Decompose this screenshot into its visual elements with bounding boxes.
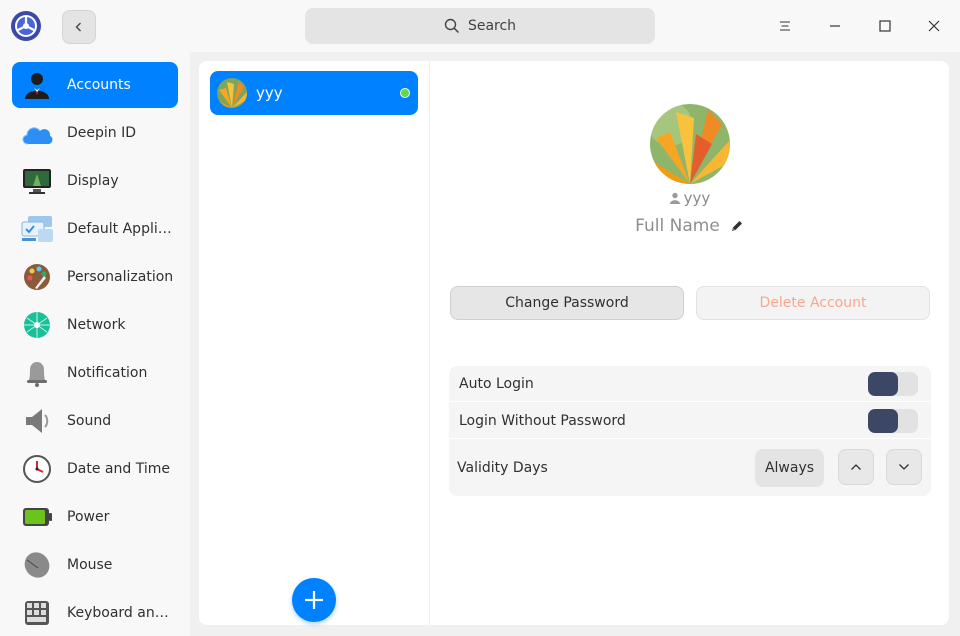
keyboard-icon bbox=[20, 596, 54, 630]
display-icon bbox=[20, 164, 54, 198]
accounts-icon bbox=[20, 68, 54, 102]
cloud-icon bbox=[20, 116, 54, 150]
sidebar-item-display[interactable]: Display bbox=[12, 158, 178, 204]
validity-decrease-button[interactable] bbox=[886, 449, 922, 485]
validity-days-label: Validity Days bbox=[457, 460, 548, 476]
sidebar-item-label: Power bbox=[67, 509, 110, 525]
account-username: yyy bbox=[430, 189, 949, 207]
chevron-up-icon bbox=[851, 464, 861, 470]
toggle-knob bbox=[868, 371, 898, 396]
validity-increase-button[interactable] bbox=[838, 449, 874, 485]
user-list-panel: yyy bbox=[199, 61, 429, 625]
sidebar-item-default-applications[interactable]: Default Applic... bbox=[12, 206, 178, 252]
toggle-knob bbox=[868, 408, 898, 433]
chevron-down-icon bbox=[899, 464, 909, 470]
close-icon bbox=[928, 20, 940, 32]
account-detail-panel: yyy Full Name Change Password Delete Acc… bbox=[430, 61, 949, 625]
avatar bbox=[217, 78, 247, 108]
login-without-password-toggle[interactable] bbox=[868, 408, 918, 433]
sidebar: Accounts Deepin ID Display Default Appli… bbox=[0, 52, 190, 636]
sidebar-item-label: Default Applic... bbox=[67, 221, 175, 237]
title-bar: Search bbox=[0, 0, 960, 52]
sidebar-item-label: Mouse bbox=[67, 557, 113, 573]
minimize-icon bbox=[830, 25, 840, 27]
validity-days-value[interactable]: Always bbox=[755, 449, 824, 487]
network-icon bbox=[20, 308, 54, 342]
speaker-icon bbox=[20, 404, 54, 438]
delete-account-button[interactable]: Delete Account bbox=[696, 286, 930, 320]
sidebar-item-keyboard[interactable]: Keyboard and ... bbox=[12, 590, 178, 636]
add-user-button[interactable] bbox=[292, 578, 336, 622]
change-password-button[interactable]: Change Password bbox=[450, 286, 684, 320]
login-without-password-label: Login Without Password bbox=[459, 412, 626, 429]
edit-pencil-icon[interactable] bbox=[730, 219, 744, 233]
sidebar-item-label: Accounts bbox=[67, 77, 131, 93]
chevron-left-icon bbox=[75, 22, 81, 32]
user-icon bbox=[669, 192, 680, 204]
hamburger-menu-icon bbox=[780, 21, 790, 31]
sidebar-item-label: Notification bbox=[67, 365, 148, 381]
login-without-password-row: Login Without Password bbox=[449, 403, 931, 439]
clock-icon bbox=[20, 452, 54, 486]
sidebar-item-accounts[interactable]: Accounts bbox=[12, 62, 178, 108]
sidebar-item-power[interactable]: Power bbox=[12, 494, 178, 540]
mouse-icon bbox=[20, 548, 54, 582]
auto-login-toggle[interactable] bbox=[868, 371, 918, 396]
menu-button[interactable] bbox=[770, 11, 800, 41]
sidebar-item-mouse[interactable]: Mouse bbox=[12, 542, 178, 588]
auto-login-label: Auto Login bbox=[459, 375, 534, 392]
sidebar-item-label: Sound bbox=[67, 413, 112, 429]
sidebar-item-deepin-id[interactable]: Deepin ID bbox=[12, 110, 178, 156]
maximize-button[interactable] bbox=[870, 11, 900, 41]
palette-icon bbox=[20, 260, 54, 294]
maximize-icon bbox=[879, 20, 891, 32]
sidebar-item-network[interactable]: Network bbox=[12, 302, 178, 348]
account-avatar[interactable] bbox=[650, 104, 730, 184]
close-button[interactable] bbox=[919, 11, 949, 41]
sidebar-item-notification[interactable]: Notification bbox=[12, 350, 178, 396]
sidebar-item-label: Display bbox=[67, 173, 119, 189]
search-icon bbox=[444, 18, 459, 34]
full-name: Full Name bbox=[430, 216, 949, 236]
battery-icon bbox=[20, 500, 54, 534]
back-button[interactable] bbox=[62, 10, 96, 44]
sidebar-item-label: Network bbox=[67, 317, 126, 333]
app-logo-icon bbox=[10, 10, 42, 42]
user-list-item[interactable]: yyy bbox=[210, 71, 418, 115]
search-placeholder: Search bbox=[467, 18, 517, 34]
validity-days-row: Validity Days Always bbox=[449, 440, 931, 496]
bell-icon bbox=[20, 356, 54, 390]
sidebar-item-sound[interactable]: Sound bbox=[12, 398, 178, 444]
online-status-dot bbox=[400, 88, 410, 98]
search-input[interactable]: Search bbox=[305, 8, 655, 44]
sidebar-item-label: Date and Time bbox=[67, 461, 170, 477]
sidebar-item-label: Keyboard and ... bbox=[67, 605, 175, 621]
minimize-button[interactable] bbox=[820, 11, 850, 41]
default-apps-icon bbox=[20, 212, 54, 246]
sidebar-item-date-and-time[interactable]: Date and Time bbox=[12, 446, 178, 492]
full-name-text: Full Name bbox=[635, 216, 720, 236]
account-username-text: yyy bbox=[683, 189, 711, 207]
account-settings-group: Auto Login Login Without Password Validi… bbox=[449, 366, 931, 496]
auto-login-row: Auto Login bbox=[449, 366, 931, 402]
sidebar-item-label: Personalization bbox=[67, 269, 174, 285]
sidebar-item-personalization[interactable]: Personalization bbox=[12, 254, 178, 300]
sidebar-item-label: Deepin ID bbox=[67, 125, 137, 141]
user-name: yyy bbox=[256, 84, 283, 102]
plus-icon bbox=[305, 591, 323, 609]
